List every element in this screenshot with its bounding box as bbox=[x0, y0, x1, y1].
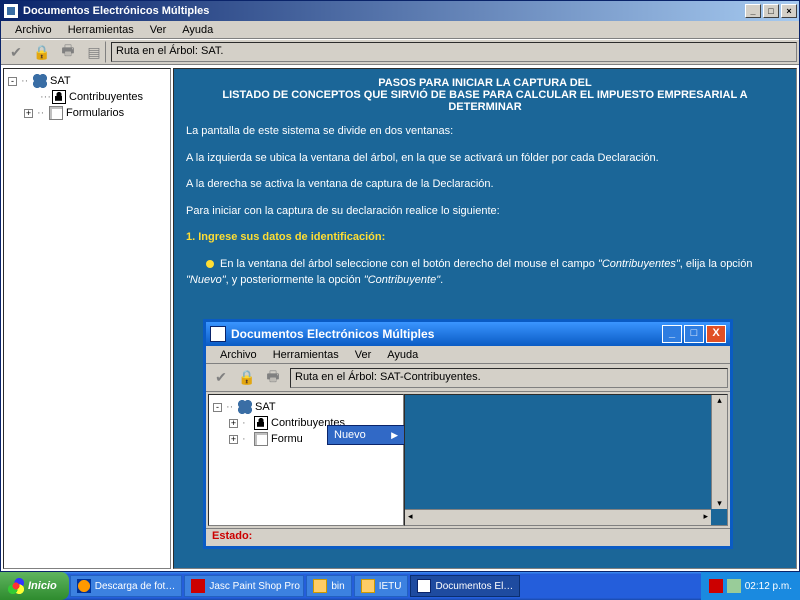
expand-icon[interactable]: + bbox=[24, 109, 33, 118]
form-icon bbox=[49, 106, 63, 120]
tree-panel[interactable]: -··SAT ···Contribuyentes +··Formularios bbox=[3, 68, 171, 569]
close-button[interactable]: × bbox=[781, 4, 797, 18]
example-window: Documentos Electrónicos Múltiples _ □ X … bbox=[203, 319, 733, 549]
heading-line2: LISTADO DE CONCEPTOS QUE SIRVIÓ DE BASE … bbox=[186, 89, 784, 113]
firefox-icon bbox=[77, 579, 91, 593]
menu-ver[interactable]: Ver bbox=[142, 22, 175, 38]
person-icon bbox=[254, 416, 268, 430]
clock[interactable]: 02:12 p.m. bbox=[745, 581, 792, 592]
intro-p3: A la derecha se activa la ventana de cap… bbox=[186, 176, 784, 193]
start-button[interactable]: Inicio bbox=[0, 572, 69, 600]
menu-ayuda[interactable]: Ayuda bbox=[379, 347, 426, 363]
menu-herramientas[interactable]: Herramientas bbox=[265, 347, 347, 363]
taskbar: Inicio Descarga de fot… Jasc Paint Shop … bbox=[0, 572, 800, 600]
heading-line1: PASOS PARA INICIAR LA CAPTURA DEL bbox=[186, 77, 784, 89]
example-titlebar[interactable]: Documentos Electrónicos Múltiples _ □ X bbox=[206, 322, 730, 346]
scrollbar-horizontal[interactable] bbox=[405, 509, 711, 525]
intro-p2: A la izquierda se ubica la ventana del á… bbox=[186, 150, 784, 167]
tray-shield-icon[interactable] bbox=[727, 579, 741, 593]
step-1: 1. Ingrese sus datos de identificación: bbox=[186, 229, 784, 246]
tool-doc-icon[interactable]: ▤ bbox=[82, 41, 106, 63]
example-minimize-button[interactable]: _ bbox=[662, 325, 682, 343]
expand-icon[interactable]: - bbox=[8, 77, 17, 86]
example-statusbar: Estado: bbox=[206, 528, 730, 546]
path-display: Ruta en el Árbol: SAT. bbox=[111, 42, 797, 62]
tree-formularios[interactable]: Formularios bbox=[66, 107, 124, 119]
intro-p4: Para iniciar con la captura de su declar… bbox=[186, 203, 784, 220]
menu-ayuda[interactable]: Ayuda bbox=[174, 22, 221, 38]
tree-root[interactable]: SAT bbox=[255, 401, 276, 413]
tree-formularios[interactable]: Formu bbox=[271, 433, 303, 445]
tool-lock-icon[interactable]: 🔒 bbox=[30, 41, 54, 63]
menu-archivo[interactable]: Archivo bbox=[212, 347, 265, 363]
menu-archivo[interactable]: Archivo bbox=[7, 22, 60, 38]
example-tree[interactable]: -··SAT +·Contribuyentes +·Formu Nuevo▶ C… bbox=[208, 394, 404, 526]
task-firefox[interactable]: Descarga de fot… bbox=[70, 575, 183, 597]
menu-herramientas[interactable]: Herramientas bbox=[60, 22, 142, 38]
task-paintshop[interactable]: Jasc Paint Shop Pro bbox=[184, 575, 304, 597]
tree-root[interactable]: SAT bbox=[50, 75, 71, 87]
example-path: Ruta en el Árbol: SAT-Contribuyentes. bbox=[290, 368, 728, 388]
tool-print-icon[interactable]: 🖶 bbox=[261, 367, 285, 389]
folder-icon bbox=[313, 579, 327, 593]
titlebar[interactable]: Documentos Electrónicos Múltiples _ □ × bbox=[1, 1, 799, 21]
form-icon bbox=[254, 432, 268, 446]
expand-icon[interactable]: - bbox=[213, 403, 222, 412]
app-icon bbox=[3, 3, 19, 19]
app-icon bbox=[210, 326, 226, 342]
task-documentos[interactable]: Documentos El… bbox=[410, 575, 520, 597]
paintshop-icon bbox=[191, 579, 205, 593]
person-icon bbox=[52, 90, 66, 104]
window-title: Documentos Electrónicos Múltiples bbox=[23, 5, 209, 17]
example-title: Documentos Electrónicos Múltiples bbox=[231, 327, 434, 341]
app-icon bbox=[417, 579, 431, 593]
tray-kaspersky-icon[interactable] bbox=[709, 579, 723, 593]
menubar: Archivo Herramientas Ver Ayuda bbox=[1, 21, 799, 39]
tree-contribuyentes[interactable]: Contribuyentes bbox=[69, 91, 143, 103]
example-toolbar: ✔ 🔒 🖶 Ruta en el Árbol: SAT-Contribuyent… bbox=[206, 364, 730, 392]
task-ietu[interactable]: IETU bbox=[354, 575, 409, 597]
tool-check-icon[interactable]: ✔ bbox=[209, 367, 233, 389]
scrollbar-vertical[interactable] bbox=[711, 395, 727, 509]
tool-print-icon[interactable]: 🖶 bbox=[56, 41, 80, 63]
folder-icon bbox=[361, 579, 375, 593]
expand-icon[interactable]: + bbox=[229, 435, 238, 444]
example-close-button[interactable]: X bbox=[706, 325, 726, 343]
toolbar: ✔ 🔒 🖶 ▤ Ruta en el Árbol: SAT. bbox=[1, 39, 799, 65]
example-menubar: Archivo Herramientas Ver Ayuda bbox=[206, 346, 730, 364]
task-bin[interactable]: bin bbox=[306, 575, 351, 597]
sat-icon bbox=[33, 74, 47, 88]
maximize-button[interactable]: □ bbox=[763, 4, 779, 18]
tool-check-icon[interactable]: ✔ bbox=[4, 41, 28, 63]
example-maximize-button[interactable]: □ bbox=[684, 325, 704, 343]
bullet-icon bbox=[206, 260, 214, 268]
chevron-right-icon: ▶ bbox=[391, 430, 398, 441]
sat-icon bbox=[238, 400, 252, 414]
minimize-button[interactable]: _ bbox=[745, 4, 761, 18]
example-content bbox=[404, 394, 728, 526]
expand-icon[interactable]: + bbox=[229, 419, 238, 428]
intro-p1: La pantalla de este sistema se divide en… bbox=[186, 123, 784, 140]
tool-lock-icon[interactable]: 🔒 bbox=[235, 367, 259, 389]
system-tray[interactable]: 02:12 p.m. bbox=[701, 572, 800, 600]
context-menu-nuevo[interactable]: Nuevo▶ bbox=[327, 425, 405, 445]
step-1-bullet: En la ventana del árbol seleccione con e… bbox=[186, 256, 784, 289]
menu-ver[interactable]: Ver bbox=[347, 347, 380, 363]
